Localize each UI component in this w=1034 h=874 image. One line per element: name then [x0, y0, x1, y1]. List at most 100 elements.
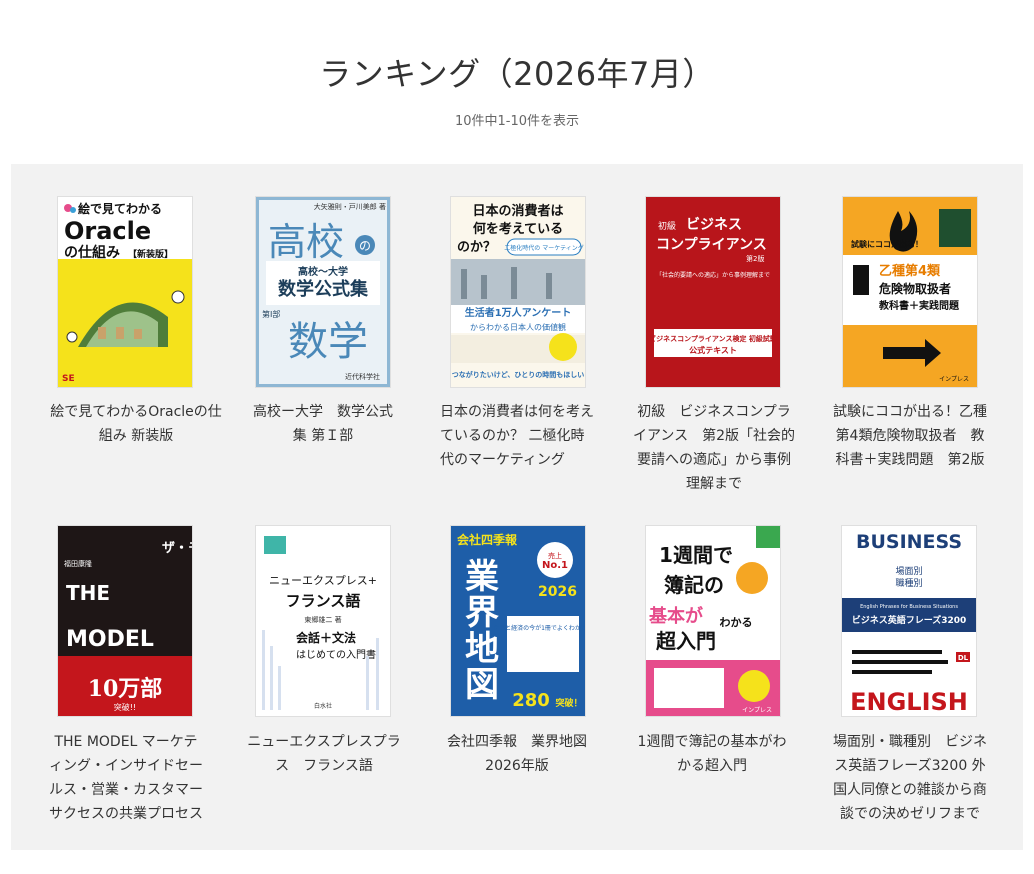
page-title: ランキング（2026年7月）	[319, 55, 715, 93]
svg-text:会社四季報: 会社四季報	[457, 532, 518, 547]
svg-text:からわかる日本人の価値観: からわかる日本人の価値観	[470, 322, 566, 332]
svg-text:BUSINESS: BUSINESS	[856, 531, 962, 553]
svg-text:近代科学社: 近代科学社	[345, 372, 380, 381]
svg-text:簿記の: 簿記の	[664, 573, 724, 597]
cover-art-industry-map: 会社四季報 業 界 地 図 売上 No.1 2026 企業と経済の今が1冊でよく…	[451, 526, 585, 716]
book-cover-6[interactable]: ザ・モデル 福田康隆 THE MODEL SE 10万部 突破!!	[58, 526, 192, 716]
cover-art-oracle: 絵で見てわかる Oracle の仕組み 【新装版】 SE	[58, 197, 192, 387]
svg-text:乙種第4類: 乙種第4類	[879, 263, 941, 279]
svg-text:東郷雄二 著: 東郷雄二 著	[304, 615, 341, 624]
svg-text:会話＋文法: 会話＋文法	[296, 630, 356, 645]
cover-art-math: 大矢雅則・戸川美郎 著 高校 の 高校～大学 数学公式集 第Ⅰ部 数学 近代科学…	[256, 197, 390, 387]
svg-text:日本の消費者は: 日本の消費者は	[472, 203, 563, 219]
svg-text:English Phrases for Business S: English Phrases for Business Situations	[860, 604, 958, 610]
svg-text:DL: DL	[958, 654, 969, 662]
svg-text:1週間で: 1週間で	[659, 543, 733, 567]
svg-text:初級: 初級	[658, 220, 676, 232]
svg-text:公式テキスト: 公式テキスト	[689, 345, 737, 355]
svg-text:基本が: 基本が	[648, 605, 703, 627]
svg-text:インプレス: インプレス	[742, 707, 772, 714]
svg-text:白水社: 白水社	[314, 702, 332, 710]
svg-text:の仕組み: の仕組み	[64, 244, 120, 261]
book-cover-10[interactable]: BUSINESS 場面別 職種別 English Phrases for Bus…	[842, 526, 976, 716]
book-title-10[interactable]: 場面別・職種別 ビジネス英語フレーズ3200 外国人同僚との雑談から商談での決め…	[832, 730, 988, 826]
cover-art-bookkeeping: 1週間で 簿記の 基本が わかる 超入門 インプレス	[646, 526, 780, 716]
svg-text:企業と経済の今が1冊でよくわかる！: 企業と経済の今が1冊でよくわかる！	[493, 624, 585, 632]
svg-text:MODEL: MODEL	[66, 627, 154, 652]
svg-text:THE: THE	[66, 581, 110, 605]
cover-art-french: ニューエクスプレス+ フランス語 東郷雄二 著 会話＋文法 はじめての入門書 白…	[256, 526, 390, 716]
svg-text:場面別: 場面別	[895, 565, 922, 577]
book-cover-7[interactable]: ニューエクスプレス+ フランス語 東郷雄二 著 会話＋文法 はじめての入門書 白…	[256, 526, 390, 716]
svg-text:数学公式集: 数学公式集	[278, 278, 369, 300]
book-title-2[interactable]: 高校ー大学 数学公式集 第Ｉ部	[248, 400, 398, 448]
svg-text:コンプライアンス: コンプライアンス	[656, 237, 767, 253]
svg-text:No.1: No.1	[542, 560, 568, 571]
svg-text:つながりたいけど、ひとりの時間もほしい: つながりたいけど、ひとりの時間もほしい	[452, 370, 584, 379]
book-cover-2[interactable]: 大矢雅則・戸川美郎 著 高校 の 高校～大学 数学公式集 第Ⅰ部 数学 近代科学…	[256, 197, 390, 387]
svg-text:2026: 2026	[538, 584, 577, 600]
book-title-9[interactable]: 1週間で簿記の基本がわかる超入門	[634, 730, 790, 778]
svg-text:ビジネス: ビジネス	[686, 217, 742, 233]
svg-text:高校～大学: 高校～大学	[298, 265, 348, 278]
svg-text:大矢雅則・戸川美郎 著: 大矢雅則・戸川美郎 著	[314, 202, 386, 211]
book-title-1[interactable]: 絵で見てわかるOracleの仕組み 新装版	[48, 400, 224, 448]
svg-text:高校: 高校	[268, 220, 344, 264]
cover-art-the-model: ザ・モデル 福田康隆 THE MODEL SE 10万部 突破!!	[58, 526, 192, 716]
svg-text:ザ・モデル: ザ・モデル	[162, 540, 192, 556]
svg-text:危険物取扱者: 危険物取扱者	[878, 281, 951, 296]
svg-text:絵で見てわかる: 絵で見てわかる	[78, 201, 162, 216]
svg-text:生活者1万人アンケート: 生活者1万人アンケート	[465, 306, 572, 319]
book-cover-5[interactable]: 試験にココが出る！ 乙種第4類 危険物取扱者 教科書＋実践問題 インプレス	[843, 197, 977, 387]
svg-text:二極化時代の マーケティング: 二極化時代の マーケティング	[504, 244, 583, 252]
svg-text:わかる: わかる	[720, 616, 753, 629]
svg-text:第Ⅰ部: 第Ⅰ部	[262, 309, 280, 319]
book-title-8[interactable]: 会社四季報 業界地図 2026年版	[442, 730, 592, 778]
book-cover-1[interactable]: 絵で見てわかる Oracle の仕組み 【新装版】 SE	[58, 197, 192, 387]
book-title-6[interactable]: THE MODEL マーケティング・インサイドセールス・営業・カスタマーサクセス…	[48, 730, 204, 826]
svg-text:地: 地	[465, 629, 499, 669]
svg-text:の: の	[359, 239, 371, 253]
cover-art-compliance: 初級 ビジネス コンプライアンス 第2版 「社会的要請への適応」から事例理解まで…	[646, 197, 780, 387]
svg-text:インプレス: インプレス	[939, 376, 969, 383]
svg-text:福田康隆: 福田康隆	[64, 559, 92, 568]
cover-art-business-english: BUSINESS 場面別 職種別 English Phrases for Bus…	[842, 526, 976, 716]
svg-text:SE: SE	[62, 374, 75, 384]
book-cover-3[interactable]: 日本の消費者は 何を考えている のか？ 二極化時代の マーケティング 生活者1万…	[451, 197, 585, 387]
svg-text:「社会的要請への適応」から事例理解まで: 「社会的要請への適応」から事例理解まで	[656, 271, 770, 279]
svg-text:売上: 売上	[548, 551, 562, 560]
svg-text:何を考えている: 何を考えている	[473, 221, 563, 237]
svg-text:職種別: 職種別	[895, 578, 922, 589]
svg-text:10万部: 10万部	[88, 676, 163, 702]
svg-text:第2版: 第2版	[746, 254, 764, 263]
svg-text:ニューエクスプレス+: ニューエクスプレス+	[269, 574, 377, 587]
svg-text:フランス語: フランス語	[286, 592, 361, 610]
book-cover-4[interactable]: 初級 ビジネス コンプライアンス 第2版 「社会的要請への適応」から事例理解まで…	[646, 197, 780, 387]
svg-text:突破！: 突破！	[555, 697, 582, 709]
svg-text:教科書＋実践問題: 教科書＋実践問題	[878, 299, 960, 312]
result-count: 10件中1-10件を表示	[454, 114, 580, 129]
book-title-5[interactable]: 試験にココが出る！乙種第4類危険物取扱者 教科書＋実践問題 第2版	[832, 400, 988, 472]
svg-text:のか？: のか？	[457, 240, 496, 255]
book-cover-9[interactable]: 1週間で 簿記の 基本が わかる 超入門 インプレス	[646, 526, 780, 716]
svg-text:図: 図	[465, 665, 499, 705]
book-title-4[interactable]: 初級 ビジネスコンプライアンス 第2版「社会的要請への適応」から事例理解まで	[632, 400, 796, 496]
svg-text:ビジネス英語フレーズ3200: ビジネス英語フレーズ3200	[852, 614, 967, 626]
svg-text:試験にココが出る！: 試験にココが出る！	[851, 239, 923, 249]
svg-text:280: 280	[512, 690, 550, 711]
svg-text:ビジネスコンプライアンス検定 初級試験: ビジネスコンプライアンス検定 初級試験	[649, 334, 778, 343]
book-cover-8[interactable]: 会社四季報 業 界 地 図 売上 No.1 2026 企業と経済の今が1冊でよく…	[451, 526, 585, 716]
svg-text:【新装版】: 【新装版】	[128, 248, 173, 260]
svg-text:数学: 数学	[288, 319, 368, 365]
svg-text:はじめての入門書: はじめての入門書	[296, 648, 376, 661]
cover-art-hazmat: 試験にココが出る！ 乙種第4類 危険物取扱者 教科書＋実践問題 インプレス	[843, 197, 977, 387]
svg-text:Oracle: Oracle	[64, 217, 151, 245]
svg-text:ENGLISH: ENGLISH	[850, 688, 968, 716]
book-title-7[interactable]: ニューエクスプレスプラス フランス語	[246, 730, 402, 778]
book-title-3[interactable]: 日本の消費者は何を考えているのか？ 二極化時代のマーケティング	[440, 400, 596, 472]
svg-text:超入門: 超入門	[655, 629, 716, 653]
ranking-panel: 絵で見てわかる Oracle の仕組み 【新装版】 SE 絵で見てわかるOrac…	[11, 164, 1023, 850]
cover-art-consumer: 日本の消費者は 何を考えている のか？ 二極化時代の マーケティング 生活者1万…	[451, 197, 585, 387]
svg-text:突破!!: 突破!!	[114, 702, 136, 712]
svg-text:業: 業	[465, 557, 499, 597]
